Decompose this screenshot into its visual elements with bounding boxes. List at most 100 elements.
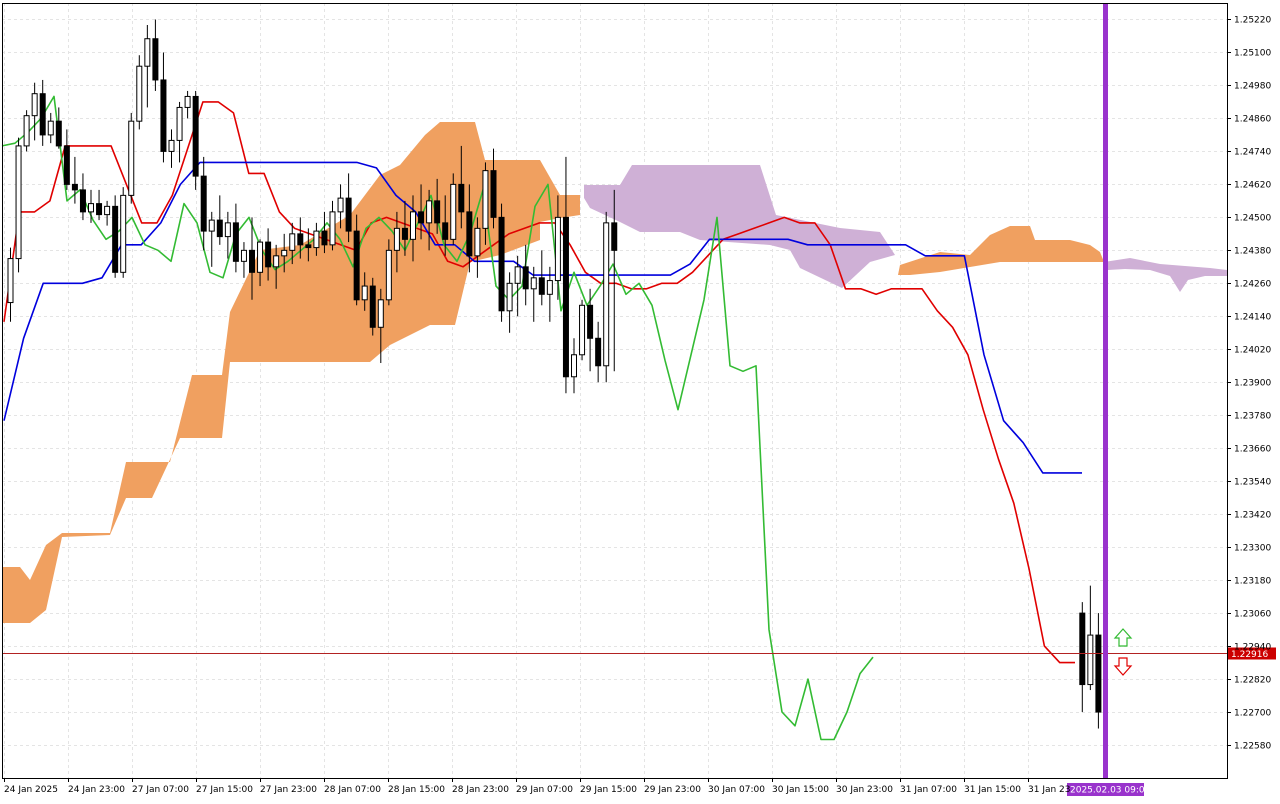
candle-bear bbox=[297, 233, 304, 246]
candle-bear bbox=[79, 189, 86, 213]
candle-bear bbox=[458, 183, 465, 213]
candle-bull bbox=[208, 219, 215, 232]
candle-bull bbox=[1087, 634, 1094, 686]
x-tick-label: 29 Jan 07:00 bbox=[516, 785, 573, 795]
candle-bull bbox=[168, 139, 175, 152]
x-tick-label: 29 Jan 15:00 bbox=[580, 785, 637, 795]
x-tick-label: 28 Jan 07:00 bbox=[324, 785, 381, 795]
candle-bull bbox=[273, 255, 280, 268]
candle-bull bbox=[337, 197, 344, 213]
y-tick-label: 1.24980 bbox=[1234, 82, 1271, 92]
y-tick-label: 1.23540 bbox=[1234, 478, 1271, 488]
candle-bear bbox=[55, 120, 62, 147]
candle-bull bbox=[506, 282, 513, 312]
candle-bull bbox=[289, 233, 296, 251]
y-tick-label: 1.24860 bbox=[1234, 115, 1271, 125]
candle-bull bbox=[554, 216, 561, 282]
chart-svg: 1.229162025.02.03 09:00 1.252201.251001.… bbox=[0, 0, 1280, 800]
candle-bear bbox=[466, 211, 473, 257]
y-tick-label: 1.23420 bbox=[1234, 511, 1271, 521]
candle-bull bbox=[482, 170, 489, 229]
y-tick-label: 1.23900 bbox=[1234, 379, 1271, 389]
x-tick-label: 30 Jan 07:00 bbox=[708, 785, 765, 795]
candle-bear bbox=[152, 38, 159, 81]
candle-bear bbox=[200, 175, 207, 232]
x-tick-label: 27 Jan 07:00 bbox=[132, 785, 189, 795]
candle-bear bbox=[434, 200, 441, 224]
candle-bear bbox=[369, 285, 376, 328]
candle-bull bbox=[176, 106, 183, 141]
x-tick-label: 27 Jan 15:00 bbox=[196, 785, 253, 795]
candle-bull bbox=[579, 304, 586, 356]
candle-bull bbox=[530, 277, 537, 290]
candle-bull bbox=[144, 38, 151, 67]
candle-bull bbox=[128, 120, 135, 196]
x-tick-label: 28 Jan 15:00 bbox=[388, 785, 445, 795]
candle-bear bbox=[305, 244, 312, 249]
x-tick-label: 30 Jan 23:00 bbox=[836, 785, 893, 795]
current-time-label: 2025.02.03 09:00 bbox=[1070, 786, 1151, 796]
candle-bull bbox=[104, 205, 111, 216]
candle-bear bbox=[160, 79, 167, 152]
candle-bear bbox=[345, 197, 352, 232]
candle-bear bbox=[611, 222, 618, 251]
y-tick-label: 1.24020 bbox=[1234, 346, 1271, 356]
candle-bull bbox=[47, 120, 54, 136]
y-tick-label: 1.23060 bbox=[1234, 610, 1271, 620]
candle-bear bbox=[353, 230, 360, 301]
candle-bull bbox=[7, 258, 14, 304]
y-tick-label: 1.24620 bbox=[1234, 181, 1271, 191]
x-tick-label: 31 Jan 07:00 bbox=[900, 785, 957, 795]
candle-bull bbox=[393, 227, 400, 251]
candle-bull bbox=[313, 230, 320, 249]
candle-bull bbox=[88, 203, 94, 213]
candle-bull bbox=[377, 299, 384, 328]
y-tick-label: 1.23780 bbox=[1234, 412, 1271, 422]
y-tick-label: 1.22940 bbox=[1234, 643, 1271, 653]
y-tick-label: 1.24740 bbox=[1234, 148, 1271, 158]
candle-bull bbox=[15, 145, 22, 260]
candle-bull bbox=[281, 249, 288, 257]
x-tick-label: 24 Jan 23:00 bbox=[68, 785, 125, 795]
candle-bear bbox=[96, 203, 103, 216]
candle-bear bbox=[401, 227, 408, 240]
candle-bear bbox=[490, 170, 497, 218]
y-tick-label: 1.22580 bbox=[1234, 742, 1271, 752]
y-tick-label: 1.24140 bbox=[1234, 313, 1271, 323]
candle-bear bbox=[595, 337, 602, 367]
ichimoku-chart: 1.22916 2025.02.03 09:00 1.25220 1.25100 1.… bbox=[0, 0, 1280, 800]
candle-bear bbox=[232, 222, 239, 262]
candle-bear bbox=[498, 216, 505, 312]
candle-bear bbox=[249, 249, 255, 273]
x-tick-label: 31 Jan 15:00 bbox=[964, 785, 1021, 795]
candle-bear bbox=[265, 241, 272, 268]
candle-bull bbox=[329, 211, 336, 246]
candle-bull bbox=[571, 354, 577, 378]
candle-bull bbox=[224, 222, 231, 238]
y-tick-label: 1.24260 bbox=[1234, 280, 1271, 290]
y-tick-label: 1.25100 bbox=[1234, 49, 1271, 59]
candle-bull bbox=[120, 194, 127, 273]
candle-bull bbox=[136, 65, 143, 122]
candle-bull bbox=[546, 280, 553, 295]
candle-bull bbox=[410, 211, 416, 240]
candle-bear bbox=[562, 216, 569, 378]
candle-bear bbox=[216, 219, 223, 238]
candle-bear bbox=[71, 183, 78, 191]
candle-bull bbox=[184, 95, 191, 108]
x-tick-label: 27 Jan 23:00 bbox=[260, 785, 317, 795]
candle-bull bbox=[257, 241, 264, 273]
y-tick-label: 1.25220 bbox=[1234, 16, 1271, 26]
candle-bear bbox=[1079, 612, 1086, 686]
candle-bull bbox=[23, 115, 30, 147]
y-tick-label: 1.22820 bbox=[1234, 676, 1271, 686]
y-tick-label: 1.24500 bbox=[1234, 214, 1271, 224]
candle-bear bbox=[418, 211, 425, 224]
candle-bear bbox=[39, 93, 46, 136]
x-tick-label: 29 Jan 23:00 bbox=[644, 785, 701, 795]
candle-bear bbox=[442, 222, 449, 240]
y-tick-label: 1.22700 bbox=[1234, 709, 1271, 719]
candle-bear bbox=[522, 266, 529, 290]
candle-bull bbox=[426, 200, 433, 224]
candle-bear bbox=[538, 277, 545, 295]
